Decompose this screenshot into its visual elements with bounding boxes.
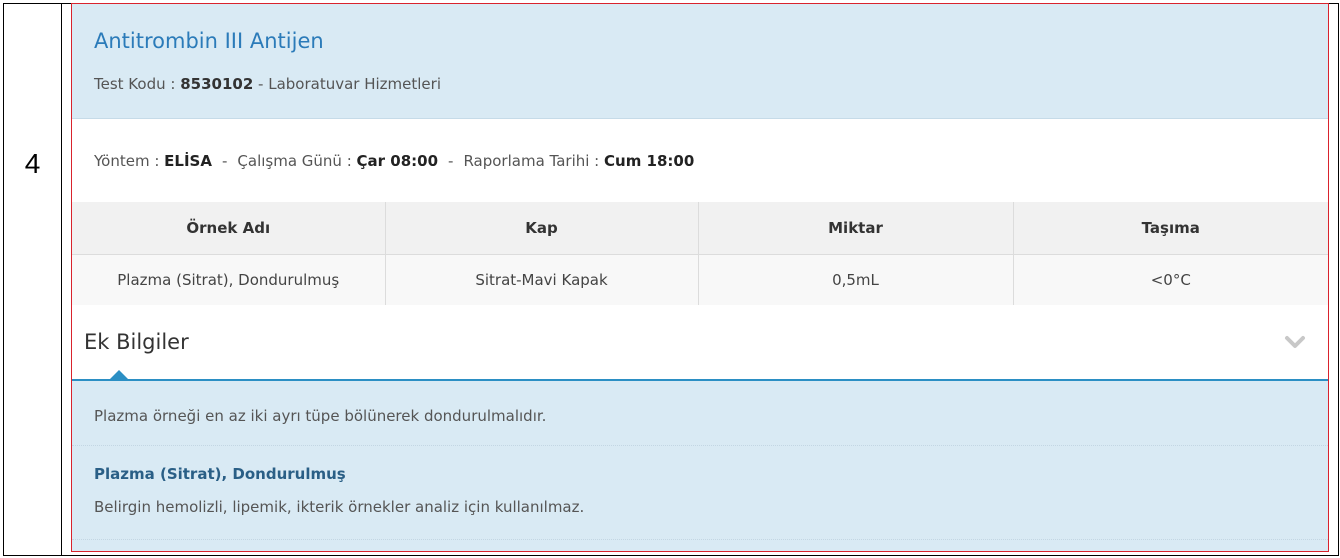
row-number: 4 bbox=[24, 148, 41, 179]
column-header: Örnek Adı bbox=[72, 202, 386, 255]
column-header: Miktar bbox=[697, 202, 1014, 255]
table-cell: Plazma (Sitrat), Dondurulmuş bbox=[72, 253, 386, 307]
test-code-line: Test Kodu : 8530102 - Laboratuvar Hizmet… bbox=[94, 75, 441, 93]
specimen-note-text: Belirgin hemolizli, lipemik, ikterik örn… bbox=[94, 498, 585, 516]
info-note: Plazma örneği en az iki ayrı tüpe bölüne… bbox=[94, 407, 547, 425]
method-label: Yöntem : bbox=[94, 152, 165, 170]
row-number-cell: 4 bbox=[3, 3, 62, 556]
test-card: Antitrombin III Antijen Test Kodu : 8530… bbox=[71, 3, 1329, 552]
test-code: 8530102 bbox=[180, 75, 254, 93]
work-day-value: Çar 08:00 bbox=[356, 152, 439, 170]
test-code-label: Test Kodu : bbox=[94, 75, 181, 93]
separator: - bbox=[448, 152, 454, 170]
table-row: Plazma (Sitrat), Dondurulmuş Sitrat-Mavi… bbox=[72, 253, 1328, 307]
table-cell: Sitrat-Mavi Kapak bbox=[384, 253, 699, 307]
divider bbox=[72, 445, 1328, 446]
additional-info-toggle[interactable]: Ek Bilgiler bbox=[72, 305, 1328, 381]
active-tab-caret bbox=[110, 370, 128, 379]
table-cell: 0,5mL bbox=[697, 253, 1014, 307]
work-day-label: Çalışma Günü : bbox=[237, 152, 357, 170]
specimen-note-title: Plazma (Sitrat), Dondurulmuş bbox=[94, 465, 346, 483]
table-header-row: Örnek Adı Kap Miktar Taşıma bbox=[72, 202, 1328, 255]
chevron-down-icon[interactable] bbox=[1284, 331, 1306, 353]
additional-info-title: Ek Bilgiler bbox=[84, 330, 189, 354]
test-title[interactable]: Antitrombin III Antijen bbox=[94, 29, 324, 53]
report-date-value: Cum 18:00 bbox=[604, 152, 695, 170]
separator: - bbox=[221, 152, 228, 170]
additional-info-panel: Plazma örneği en az iki ayrı tüpe bölüne… bbox=[72, 381, 1328, 551]
test-code-suffix: - Laboratuvar Hizmetleri bbox=[253, 75, 441, 93]
report-date-label: Raporlama Tarihi : bbox=[463, 152, 605, 170]
divider bbox=[72, 539, 1328, 540]
specimen-table: Örnek Adı Kap Miktar Taşıma Plazma (Sitr… bbox=[72, 202, 1328, 307]
column-header: Taşıma bbox=[1012, 202, 1328, 255]
method-line: Yöntem : ELİSA - Çalışma Günü : Çar 08:00-… bbox=[94, 152, 694, 170]
table-cell: <0°C bbox=[1012, 253, 1328, 307]
test-header: Antitrombin III Antijen Test Kodu : 8530… bbox=[72, 4, 1328, 119]
method-value: ELİSA bbox=[164, 152, 212, 170]
method-row: Yöntem : ELİSA - Çalışma Günü : Çar 08:00-… bbox=[72, 119, 1328, 202]
column-header: Kap bbox=[384, 202, 699, 255]
